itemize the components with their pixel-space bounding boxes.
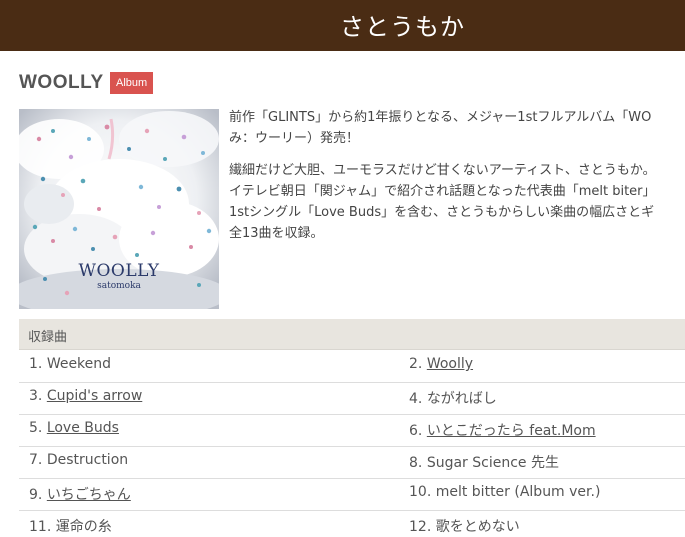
album-page: さとうもか WOOLLY Album WOOLLY satomoka 前作「GL… <box>0 0 685 537</box>
track-item: 9. いちごちゃん <box>29 484 131 504</box>
track-item: 6. いとこだったら feat.Mom <box>409 420 596 440</box>
album-cover-image: WOOLLY satomoka <box>19 109 219 309</box>
cover-logo-text: WOOLLY <box>78 261 160 281</box>
track-number: 3. <box>29 388 43 404</box>
track-row: 1. Weekend 2. Woolly <box>19 350 685 383</box>
track-item: 10. melt bitter (Album ver.) <box>409 484 600 500</box>
track-row: 9. いちごちゃん 10. melt bitter (Album ver.) <box>19 478 685 511</box>
track-number: 4. <box>409 391 423 407</box>
track-item: 4. ながればし <box>409 388 497 408</box>
track-number: 12. <box>409 519 432 535</box>
track-title-link[interactable]: Love Buds <box>47 420 119 436</box>
album-title: WOOLLY <box>19 72 104 93</box>
track-title: 歌をとめない <box>435 519 520 535</box>
track-item: 11. 運命の糸 <box>29 516 112 536</box>
track-number: 9. <box>29 487 43 503</box>
tracklist-header: 収録曲 <box>19 319 685 350</box>
artist-name[interactable]: さとうもか <box>340 7 465 42</box>
album-type-badge: Album <box>110 72 154 94</box>
track-number: 5. <box>29 420 43 436</box>
track-row: 7. Destruction 8. Sugar Science 先生 <box>19 446 685 479</box>
track-item: 1. Weekend <box>29 356 111 372</box>
tracklist-heading: 収録曲 <box>28 330 68 345</box>
track-title-link[interactable]: Cupid's arrow <box>47 388 142 404</box>
site-header: さとうもか <box>0 0 685 51</box>
track-title: ながればし <box>426 391 497 407</box>
track-item: 8. Sugar Science 先生 <box>409 452 559 472</box>
track-item: 3. Cupid's arrow <box>29 388 142 404</box>
track-row: 11. 運命の糸 12. 歌をとめない <box>19 510 685 537</box>
track-number: 2. <box>409 356 423 372</box>
track-title: Destruction <box>46 452 129 468</box>
description-line: 繊細だけど大胆、ユーモラスだけど甘くないアーティスト、さとうもか。 <box>229 163 656 178</box>
track-item: 12. 歌をとめない <box>409 516 520 536</box>
track-number: 11. <box>29 519 52 535</box>
description-line: イテレビ朝日「関ジャム」で紹介され話題となった代表曲「melt biter」 <box>229 184 656 199</box>
track-number: 1. <box>29 356 43 372</box>
track-title-link[interactable]: いとこだったら feat.Mom <box>427 423 596 439</box>
track-item: 2. Woolly <box>409 356 473 372</box>
track-title-link[interactable]: いちごちゃん <box>47 487 131 503</box>
track-title-link[interactable]: Woolly <box>427 356 473 372</box>
cover-artist-text: satomoka <box>97 281 141 291</box>
track-number: 7. <box>29 452 43 468</box>
track-number: 8. <box>409 455 423 471</box>
album-description: 前作「GLINTS」から約1年振りとなる、メジャー1stフルアルバム「WO み：… <box>229 107 685 244</box>
track-title: 運命の糸 <box>55 519 112 535</box>
track-item: 7. Destruction <box>29 452 128 468</box>
description-line: み：ウーリー）発売！ <box>229 131 360 146</box>
track-title: Weekend <box>46 356 112 372</box>
description-line: 全13曲を収録。 <box>229 226 324 241</box>
description-line: 前作「GLINTS」から約1年振りとなる、メジャー1stフルアルバム「WO <box>229 110 652 125</box>
description-line: 1stシングル「Love Buds」を含む、さとうもからしい楽曲の幅広さとギ <box>229 205 655 220</box>
track-title: Sugar Science 先生 <box>426 455 559 471</box>
track-number: 6. <box>409 423 423 439</box>
track-row: 3. Cupid's arrow 4. ながればし <box>19 382 685 415</box>
track-item: 5. Love Buds <box>29 420 119 436</box>
track-row: 5. Love Buds 6. いとこだったら feat.Mom <box>19 414 685 447</box>
track-number: 10. <box>409 484 432 500</box>
track-title: melt bitter (Album ver.) <box>435 484 601 500</box>
